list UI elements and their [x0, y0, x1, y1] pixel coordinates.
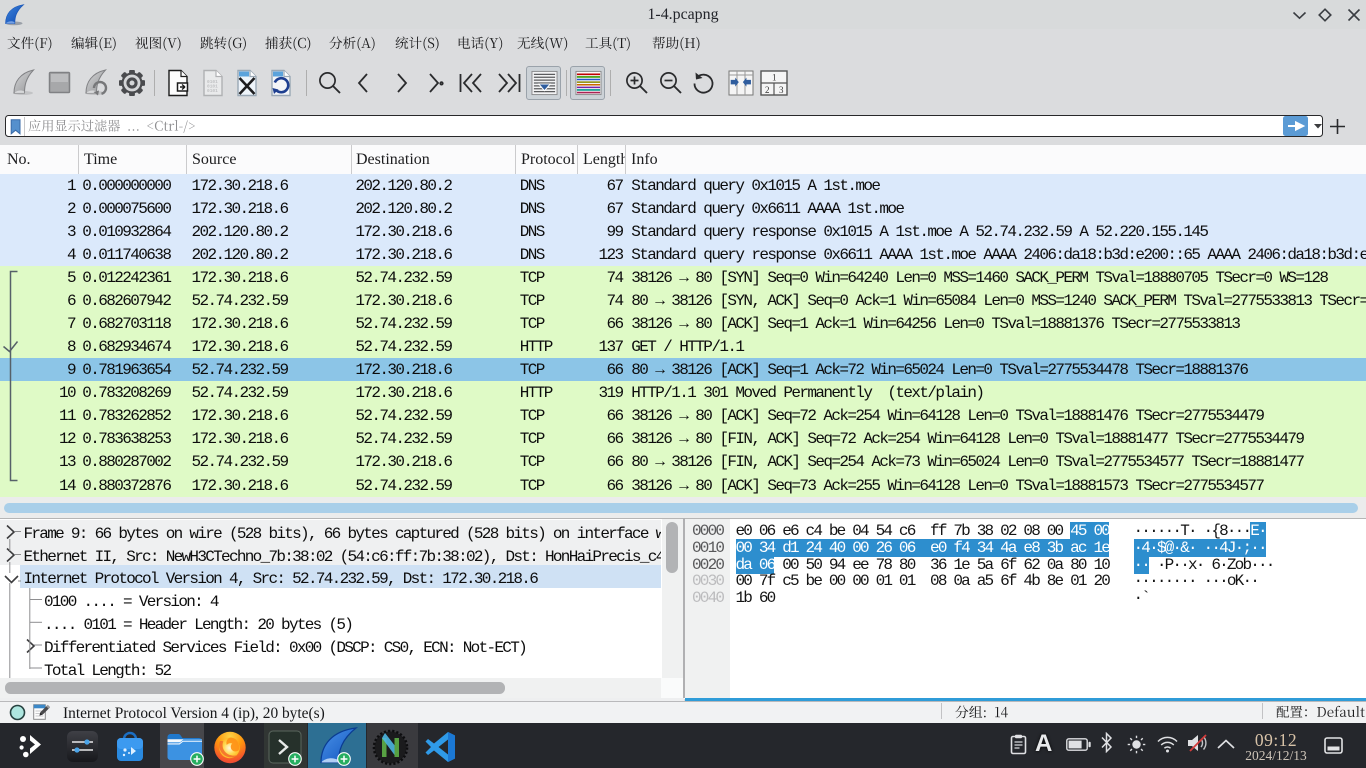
svg-text:2: 2 [765, 85, 770, 95]
svg-text:0101: 0101 [207, 88, 218, 94]
svg-text:3: 3 [779, 85, 784, 95]
svg-text:1: 1 [772, 73, 777, 83]
